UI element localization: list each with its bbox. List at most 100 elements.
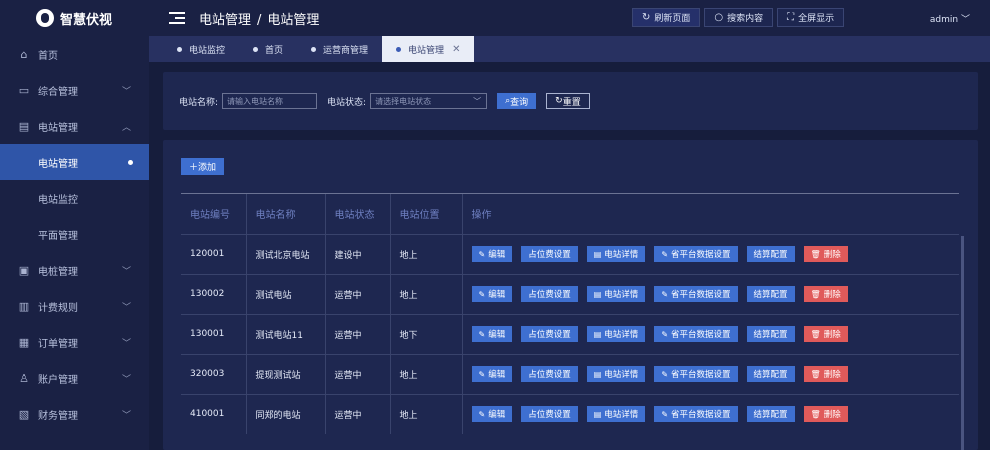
menu-toggle-icon[interactable]: [169, 9, 185, 27]
tab-station-manage[interactable]: 电站管理 ✕: [382, 36, 475, 62]
edit-button[interactable]: ✎ 编辑: [471, 406, 513, 423]
station-detail-button[interactable]: ▤ 电站详情: [586, 366, 646, 382]
user-menu[interactable]: admin ﹀: [930, 12, 970, 25]
sidebar-item-station-monitor[interactable]: 电站监控: [0, 180, 149, 216]
settlement-button[interactable]: 结算配置: [746, 286, 795, 302]
add-button[interactable]: ＋添加: [181, 158, 225, 175]
table-cell: 测试电站: [246, 273, 326, 314]
delete-button[interactable]: 🗑 删除: [803, 406, 848, 423]
actions-cell: ✎ 编辑 占位费设置 ▤ 电站详情 ✎ 省平台数据设置 结算配置 🗑 删除: [462, 393, 960, 434]
action-label: 占位费设置: [528, 330, 571, 340]
province-data-button[interactable]: ✎ 省平台数据设置: [654, 366, 738, 382]
occupancy-fee-button[interactable]: 占位费设置: [521, 246, 578, 262]
fullscreen-button[interactable]: ⛶ 全屏显示: [777, 8, 845, 27]
search-button[interactable]: ○ 搜索内容: [704, 8, 774, 27]
occupancy-fee-button[interactable]: 占位费设置: [521, 406, 578, 423]
tab-dot-icon: [311, 46, 317, 52]
action-group: ✎ 编辑 占位费设置 ▤ 电站详情 ✎ 省平台数据设置 结算配置 🗑 删除: [471, 406, 960, 423]
action-label: 编辑: [488, 330, 506, 340]
reset-label: 重置: [562, 97, 581, 108]
select-placeholder: 请选择电站状态: [375, 96, 432, 106]
sidebar-item-label: 电桩管理: [38, 266, 78, 278]
sidebar-item-label: 计费规则: [38, 302, 78, 314]
sidebar-item-accounts[interactable]: ♙ 账户管理 ﹀: [0, 360, 149, 396]
trash-icon: 🗑: [810, 369, 821, 379]
column-header: 操作: [471, 210, 492, 222]
logo-icon: [36, 9, 54, 27]
occupancy-fee-button[interactable]: 占位费设置: [521, 366, 578, 382]
delete-button[interactable]: 🗑 删除: [803, 286, 848, 302]
table-cell: 运营中: [325, 393, 391, 434]
actions-cell: ✎ 编辑 占位费设置 ▤ 电站详情 ✎ 省平台数据设置 结算配置 🗑 删除: [462, 233, 960, 274]
action-label: 删除: [823, 410, 841, 421]
search-label: 搜索内容: [727, 14, 764, 24]
action-label: 结算配置: [753, 250, 788, 260]
occupancy-fee-button[interactable]: 占位费设置: [521, 326, 578, 342]
station-detail-button[interactable]: ▤ 电站详情: [586, 406, 646, 423]
breadcrumb-item[interactable]: 电站管理: [199, 13, 251, 28]
query-button[interactable]: ⌕ 查询: [497, 93, 537, 109]
chevron-up-icon: ︿: [121, 122, 131, 133]
station-detail-button[interactable]: ▤ 电站详情: [586, 326, 646, 342]
settlement-button[interactable]: 结算配置: [746, 366, 795, 382]
tab-operator[interactable]: 运营商管理: [297, 36, 382, 62]
sidebar-item-finance[interactable]: ▧ 财务管理 ﹀: [0, 396, 149, 432]
table-cell: 测试电站11: [246, 313, 326, 354]
sidebar-item-label: 电站管理: [38, 158, 78, 170]
delete-button[interactable]: 🗑 删除: [803, 326, 848, 342]
settlement-button[interactable]: 结算配置: [746, 406, 795, 423]
sidebar-item-station-manage[interactable]: 电站管理: [0, 144, 149, 180]
province-data-button[interactable]: ✎ 省平台数据设置: [654, 286, 738, 302]
sidebar-item-floorplan[interactable]: 平面管理: [0, 216, 149, 252]
sidebar-item-billing[interactable]: ▥ 计费规则 ﹀: [0, 288, 149, 324]
tab-dot-icon: [396, 46, 402, 52]
chevron-down-icon: ﹀: [121, 266, 131, 277]
action-label: 结算配置: [753, 330, 788, 340]
station-detail-button[interactable]: ▤ 电站详情: [586, 246, 646, 262]
edit-button[interactable]: ✎ 编辑: [471, 246, 513, 262]
province-data-button[interactable]: ✎ 省平台数据设置: [654, 406, 738, 423]
edit-button[interactable]: ✎ 编辑: [471, 366, 513, 382]
table-cell: 130001: [181, 313, 247, 354]
tab-label: 运营商管理: [323, 45, 369, 56]
edit-button[interactable]: ✎ 编辑: [471, 326, 513, 342]
action-label: 电站详情: [604, 370, 639, 380]
breadcrumb-separator: /: [257, 12, 262, 28]
add-label: 添加: [198, 163, 217, 173]
tab-home[interactable]: 首页: [239, 36, 297, 62]
refresh-button[interactable]: ↻ 刷新页面: [632, 8, 701, 27]
edit-button[interactable]: ✎ 编辑: [471, 286, 513, 302]
sidebar-item-station[interactable]: ▤ 电站管理 ︿: [0, 108, 149, 144]
delete-button[interactable]: 🗑 删除: [803, 246, 848, 262]
filter-panel: 电站名称: 请输入电站名称 电站状态: 请选择电站状态 ﹀ ⌕ 查询 ↻ 重置: [163, 72, 978, 130]
station-status-select[interactable]: 请选择电站状态 ﹀: [370, 93, 488, 109]
reset-button[interactable]: ↻ 重置: [546, 93, 590, 109]
table-cell: 建设中: [325, 233, 391, 274]
station-name-input[interactable]: 请输入电站名称: [222, 93, 318, 109]
edit-icon: ✎: [661, 409, 669, 419]
action-label: 省平台数据设置: [671, 410, 731, 421]
settlement-button[interactable]: 结算配置: [746, 246, 795, 262]
settlement-button[interactable]: 结算配置: [746, 326, 795, 342]
action-label: 编辑: [488, 410, 506, 421]
sidebar-item-label: 订单管理: [38, 338, 78, 350]
tab-station-monitor[interactable]: 电站监控: [163, 36, 239, 62]
action-group: ✎ 编辑 占位费设置 ▤ 电站详情 ✎ 省平台数据设置 结算配置 🗑 删除: [471, 286, 960, 302]
occupancy-fee-button[interactable]: 占位费设置: [521, 286, 578, 302]
sidebar-item-orders[interactable]: ▦ 订单管理 ﹀: [0, 324, 149, 360]
sidebar-item-home[interactable]: ⌂ 首页: [0, 36, 149, 72]
action-group: ✎ 编辑 占位费设置 ▤ 电站详情 ✎ 省平台数据设置 结算配置 🗑 删除: [471, 246, 960, 262]
edit-icon: ✎: [478, 369, 486, 379]
province-data-button[interactable]: ✎ 省平台数据设置: [654, 326, 738, 342]
chevron-down-icon: ﹀: [121, 86, 131, 97]
delete-button[interactable]: 🗑 删除: [803, 366, 848, 382]
province-data-button[interactable]: ✎ 省平台数据设置: [654, 246, 738, 262]
station-detail-button[interactable]: ▤ 电站详情: [586, 286, 646, 302]
action-label: 删除: [823, 250, 841, 260]
sidebar-item-general[interactable]: ▭ 综合管理 ﹀: [0, 72, 149, 108]
sidebar-item-label: 平面管理: [38, 230, 78, 242]
sidebar-item-charger[interactable]: ▣ 电桩管理 ﹀: [0, 252, 149, 288]
vertical-scrollbar[interactable]: [961, 236, 964, 450]
close-icon[interactable]: ✕: [452, 44, 460, 55]
user-icon: ♙: [19, 371, 29, 385]
